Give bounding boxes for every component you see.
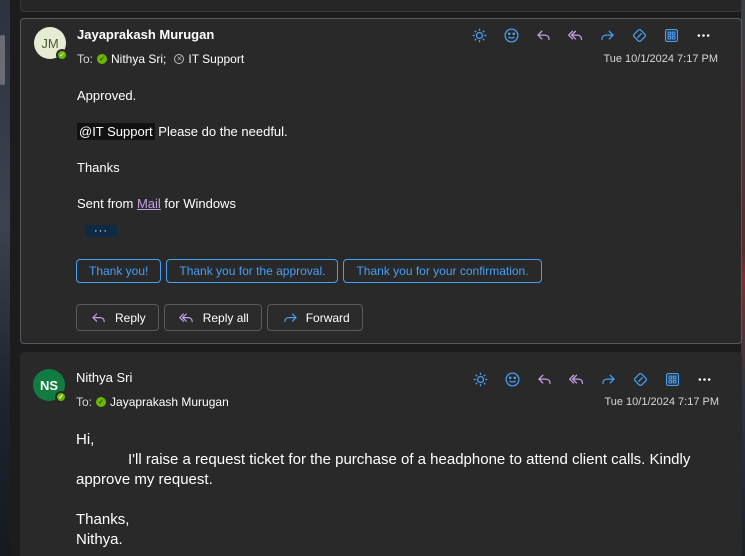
sender-name[interactable]: Jayaprakash Murugan [77,27,214,42]
signature: Sent from Mail for Windows [77,196,288,211]
suggested-reply-button[interactable]: Thank you for the approval. [166,259,339,283]
presence-available-icon: ✓ [55,391,67,403]
message-toolbar [464,368,720,390]
sender-name[interactable]: Nithya Sri [76,370,132,385]
reply-all-icon[interactable] [560,368,592,390]
presence-unknown-icon: ✕ [174,54,185,64]
suggested-reply-button[interactable]: Thank you! [76,259,162,283]
emoji-icon[interactable] [496,368,528,390]
avatar-initials: JM [41,35,59,51]
copilot-icon[interactable] [623,24,655,46]
recipient-name: Nithya Sri; [111,52,167,66]
signature-text: Sent from [77,196,137,211]
body-line: Hi, [76,431,95,448]
recipient-chip[interactable]: ✕ IT Support [174,52,244,66]
recipient-name: IT Support [188,52,245,66]
summary-icon[interactable] [464,368,496,390]
presence-available-icon: ✓ [97,54,108,64]
forward-icon [283,312,297,322]
scrollbar-thumb[interactable] [0,35,5,85]
reply-all-button[interactable]: Reply all [163,304,262,331]
body-line: Approved. [77,88,137,103]
forward-label: Forward [305,310,350,325]
recipient-line: To: ✓ Nithya Sri; ✕ IT Support [77,52,244,66]
copilot-icon[interactable] [624,368,656,390]
signature-text: for Windows [160,196,236,211]
body-text: I'll raise a request ticket for the purc… [76,451,691,488]
presence-available-icon: ✓ [96,397,107,407]
mention[interactable]: @IT Support [77,123,155,140]
message-body: Approved. @IT Support Please do the need… [77,88,288,232]
forward-button[interactable]: Forward [266,304,363,331]
recipient-line: To: ✓ Jayaprakash Murugan [76,395,229,409]
avatar[interactable]: JM ✓ [34,27,68,61]
message-toolbar [463,24,719,46]
body-line: Thanks, [76,511,130,528]
message-card-2: NS ✓ Nithya Sri To: ✓ Jayaprakash Muruga… [20,352,742,556]
body-line: @IT Support Please do the needful. [77,123,288,140]
body-line: Thanks [77,160,120,175]
message-timestamp: Tue 10/1/2024 7:17 PM [603,53,718,65]
reply-icon[interactable] [527,24,559,46]
reply-icon [92,312,105,322]
more-icon[interactable] [688,368,720,390]
recipient-chip[interactable]: ✓ Nithya Sri; [97,52,166,66]
message-actions: Reply Reply all Forward [76,304,363,331]
summary-icon[interactable] [463,24,495,46]
reply-button[interactable]: Reply [76,304,159,331]
avatar[interactable]: NS ✓ [33,369,67,403]
recipient-chip[interactable]: ✓ Jayaprakash Murugan [96,395,229,409]
body-line: Nithya. [76,531,123,548]
previous-message-edge [20,0,742,12]
body-text: Please do the needful. [154,124,288,139]
message-card-1: JM ✓ Jayaprakash Murugan To: ✓ Nithya Sr… [20,18,742,344]
message-body: Hi, I'll raise a request ticket for the … [76,430,726,550]
message-timestamp: Tue 10/1/2024 7:17 PM [604,396,719,408]
to-label: To: [77,52,94,66]
recipient-name: Jayaprakash Murugan [110,395,229,409]
apps-icon[interactable] [656,368,688,390]
presence-available-icon: ✓ [56,49,68,61]
reply-all-label: Reply all [202,310,249,325]
forward-icon[interactable] [592,368,624,390]
background-left [0,0,10,556]
apps-icon[interactable] [655,24,687,46]
more-icon[interactable] [687,24,719,46]
reply-icon[interactable] [528,368,560,390]
suggested-replies: Thank you! Thank you for the approval. T… [76,259,542,283]
show-quoted-text-button[interactable]: ··· [85,225,117,237]
avatar-initials: NS [39,377,59,393]
body-paragraph: I'll raise a request ticket for the purc… [76,450,726,490]
to-label: To: [76,395,93,409]
forward-icon[interactable] [591,24,623,46]
reply-label: Reply [115,310,146,325]
suggested-reply-button[interactable]: Thank you for your confirmation. [343,259,542,283]
reply-all-icon[interactable] [559,24,591,46]
reply-all-icon [178,312,193,322]
emoji-icon[interactable] [495,24,527,46]
mail-link[interactable]: Mail [137,196,161,211]
